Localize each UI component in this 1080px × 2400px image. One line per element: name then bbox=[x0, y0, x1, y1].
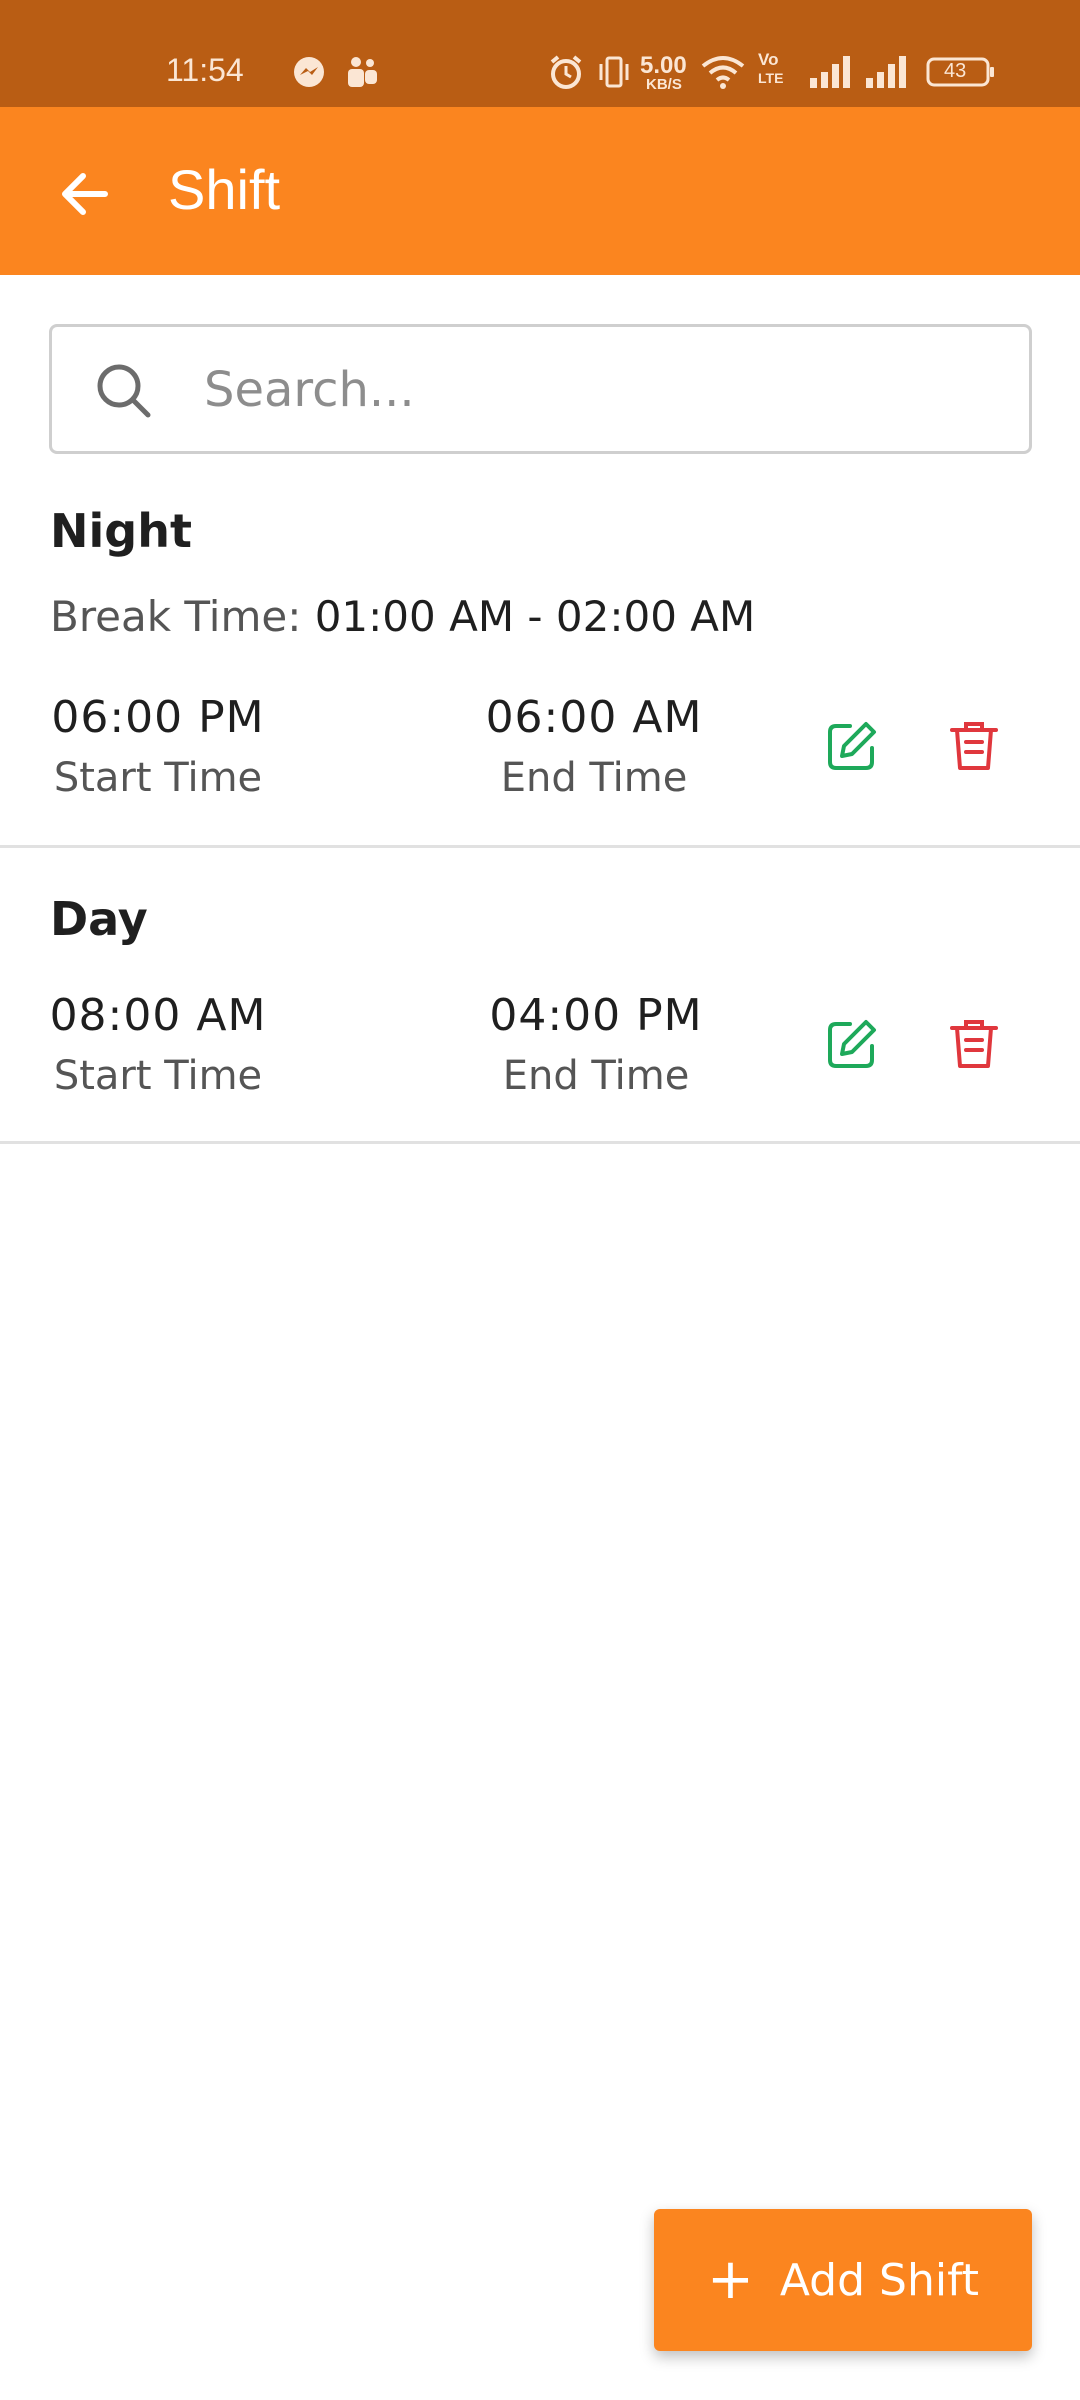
end-time-block: 06:00 AM End Time bbox=[444, 692, 744, 801]
shift-card-day: Day 08:00 AM Start Time 04:00 PM End Tim… bbox=[0, 848, 1080, 1144]
shift-card-night: Night Break Time: 01:00 AM - 02:00 AM 06… bbox=[0, 490, 1080, 848]
start-time-block: 08:00 AM Start Time bbox=[8, 990, 308, 1099]
search-input[interactable] bbox=[204, 357, 984, 423]
signal-sim2-icon bbox=[864, 54, 910, 90]
teams-icon bbox=[344, 54, 380, 90]
shift-name: Day bbox=[50, 892, 148, 946]
delete-button[interactable] bbox=[944, 716, 1004, 776]
break-time-label: Break Time: bbox=[50, 592, 302, 641]
break-time: Break Time: 01:00 AM - 02:00 AM bbox=[50, 592, 755, 641]
plus-icon: + bbox=[706, 2247, 754, 2312]
edit-button[interactable] bbox=[822, 716, 882, 776]
break-time-value: 01:00 AM - 02:00 AM bbox=[314, 592, 756, 641]
messenger-icon bbox=[292, 54, 326, 90]
trash-icon bbox=[950, 722, 998, 770]
add-shift-button[interactable]: + Add Shift bbox=[654, 2209, 1032, 2351]
end-time-value: 06:00 AM bbox=[485, 692, 703, 743]
start-time-value: 08:00 AM bbox=[49, 990, 267, 1041]
end-time-label: End Time bbox=[500, 755, 688, 801]
volte-top: Vo bbox=[758, 50, 779, 69]
trash-icon bbox=[950, 1020, 998, 1068]
start-time-value: 06:00 PM bbox=[51, 692, 265, 743]
status-time: 11:54 bbox=[166, 52, 244, 88]
search-icon bbox=[94, 361, 154, 421]
vibrate-icon bbox=[597, 54, 631, 90]
start-time-block: 06:00 PM Start Time bbox=[8, 692, 308, 801]
app-bar: Shift bbox=[0, 107, 1080, 275]
shift-name: Night bbox=[50, 504, 192, 558]
alarm-icon bbox=[548, 54, 584, 90]
back-button[interactable] bbox=[50, 159, 120, 229]
page-title: Shift bbox=[168, 158, 281, 221]
start-time-label: Start Time bbox=[53, 1053, 263, 1099]
edit-button[interactable] bbox=[822, 1014, 882, 1074]
battery-level: 43 bbox=[944, 60, 967, 82]
add-shift-label: Add Shift bbox=[779, 2254, 980, 2306]
delete-button[interactable] bbox=[944, 1014, 1004, 1074]
volte-bottom: LTE bbox=[758, 70, 784, 86]
end-time-block: 04:00 PM End Time bbox=[446, 990, 746, 1099]
net-speed-unit: KB/S bbox=[646, 76, 682, 93]
status-bar: 11:54 5.00 KB/S Vo LTE 43 bbox=[0, 0, 1080, 107]
edit-icon bbox=[828, 1020, 876, 1068]
start-time-label: Start Time bbox=[53, 755, 263, 801]
search-box[interactable] bbox=[49, 324, 1032, 454]
end-time-value: 04:00 PM bbox=[489, 990, 703, 1041]
arrow-left-icon bbox=[62, 173, 108, 215]
wifi-icon bbox=[700, 54, 746, 90]
signal-sim1-icon bbox=[808, 54, 854, 90]
edit-icon bbox=[828, 722, 876, 770]
end-time-label: End Time bbox=[502, 1053, 690, 1099]
